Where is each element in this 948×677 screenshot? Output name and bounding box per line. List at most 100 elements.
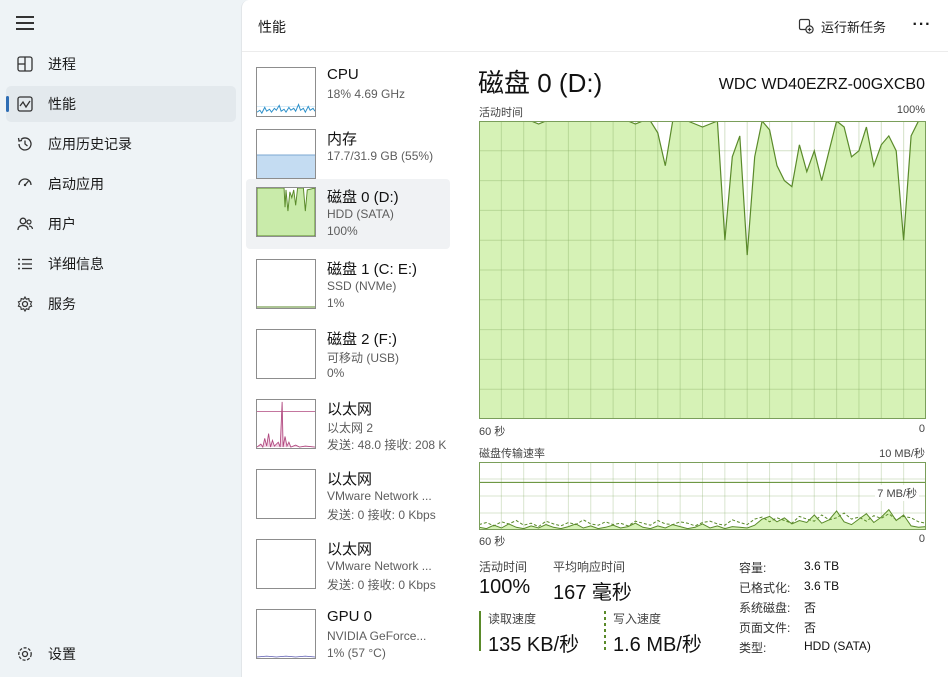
disk-1-thumbnail-graph [256,259,316,309]
processes-icon [17,56,33,72]
nav-item-performance[interactable]: 性能 [6,86,236,122]
nav-item-processes[interactable]: 进程 [6,46,236,82]
transfer-rate-chart-label: 磁盘传输速率 [479,448,545,460]
disk-2-thumbnail-graph [256,329,316,379]
active-time-stat-label: 活动时间 [479,560,528,574]
device-ethernet-2[interactable]: 以太网 VMware Network ... 发送: 0 接收: 0 Kbps [246,461,450,529]
property-key: 类型: [739,641,767,655]
device-usage: 发送: 0 接收: 0 Kbps [327,508,436,522]
main-panel: 性能 运行新任务 ··· CPU 18% 4.69 GHz 内存 17.7/31… [241,0,948,677]
nav-label: 设置 [48,646,76,662]
property-value: 3.6 TB [804,559,840,573]
transfer-axis-left: 60 秒 [479,536,506,548]
nav-label: 应用历史记录 [48,136,132,152]
device-name: 磁盘 2 (F:) [327,331,397,348]
more-options-button[interactable]: ··· [910,14,934,38]
device-ethernet-3[interactable]: 以太网 VMware Network ... 发送: 0 接收: 0 Kbps [246,531,450,599]
startup-apps-icon [18,178,32,187]
ethernet-3-thumbnail-graph [256,539,316,589]
read-speed-value: 135 KB/秒 [488,634,580,656]
active-time-chart [479,121,926,419]
read-speed-indicator [479,611,481,651]
device-detail: SSD (NVMe) [327,279,397,293]
device-detail: NVIDIA GeForce... [327,629,427,643]
device-usage: 0% [327,366,345,380]
device-name: 以太网 [327,541,373,558]
disk-model: WDC WD40EZRZ-00GXCB0 [718,76,925,93]
nav-item-users[interactable]: 用户 [6,206,236,242]
property-key: 容量: [739,561,767,575]
performance-icon [17,96,33,112]
device-disk-2[interactable]: 磁盘 2 (F:) 可移动 (USB) 0% [246,321,450,389]
transfer-rate-chart [479,462,926,530]
write-speed-indicator [604,611,606,651]
active-time-axis-left: 60 秒 [479,426,506,438]
write-speed-value: 1.6 MB/秒 [613,634,702,656]
device-detail: VMware Network ... [327,489,432,503]
nav-label: 用户 [48,216,76,232]
property-key: 已格式化: [739,581,791,595]
memory-thumbnail-graph [256,129,316,179]
nav-label: 服务 [48,296,76,312]
header-divider [242,51,948,52]
device-detail: VMware Network ... [327,559,432,573]
app-history-icon [17,137,32,151]
nav-item-services[interactable]: 服务 [6,286,236,322]
services-icon [17,295,33,313]
property-value: 3.6 TB [804,579,840,593]
ethernet-2-thumbnail-graph [256,469,316,519]
nav-item-settings[interactable]: 设置 [6,636,236,672]
active-time-stat-value: 100% [479,576,531,598]
active-time-chart-label: 活动时间 [479,107,523,119]
device-disk-0[interactable]: 磁盘 0 (D:) HDD (SATA) 100% [246,179,450,249]
nav-label: 进程 [48,56,76,72]
property-key: 系统磁盘: [739,601,791,615]
device-usage: 发送: 0 接收: 0 Kbps [327,578,436,592]
device-name: 内存 [327,131,358,148]
nav-item-startup-apps[interactable]: 启动应用 [6,166,236,202]
run-new-task-button[interactable]: 运行新任务 [798,14,886,38]
property-value: HDD (SATA) [804,639,871,653]
users-icon [17,217,34,231]
device-detail: HDD (SATA) [327,207,394,221]
device-usage: 1% (57 °C) [327,646,386,660]
property-value: 否 [804,621,817,635]
nav-item-app-history[interactable]: 应用历史记录 [6,126,236,162]
ethernet-1-thumbnail-graph [256,399,316,449]
device-name: 磁盘 1 (C: E:) [327,261,418,278]
device-disk-1[interactable]: 磁盘 1 (C: E:) SSD (NVMe) 1% [246,251,450,319]
device-name: 磁盘 0 (D:) [327,189,399,206]
device-memory[interactable]: 内存 17.7/31.9 GB (55%) [246,121,450,183]
device-detail: 可移动 (USB) [327,351,400,365]
device-detail: 18% 4.69 GHz [327,87,406,101]
run-task-label: 运行新任务 [821,19,887,35]
nav-item-details[interactable]: 详细信息 [6,246,236,282]
device-gpu-0[interactable]: GPU 0 NVIDIA GeForce... 1% (57 °C) [246,601,450,669]
read-speed-label: 读取速度 [488,612,537,626]
active-time-chart-max: 100% [896,104,925,116]
property-value: 否 [804,601,817,615]
page-title: 性能 [258,19,286,35]
disk-0-thumbnail-graph [256,187,316,237]
response-time-stat-label: 平均响应时间 [553,560,626,574]
nav-label: 性能 [48,96,76,112]
settings-icon [18,647,32,661]
nav-label: 启动应用 [48,176,104,192]
device-detail: 以太网 2 [327,421,374,435]
device-usage: 发送: 48.0 接收: 208 K [327,438,447,452]
details-icon [18,258,32,270]
response-time-stat-value: 167 毫秒 [553,582,632,604]
cpu-thumbnail-graph [256,67,316,117]
device-cpu[interactable]: CPU 18% 4.69 GHz [246,59,450,121]
device-ethernet-1[interactable]: 以太网 以太网 2 发送: 48.0 接收: 208 K [246,391,450,459]
property-key: 页面文件: [739,621,791,635]
active-time-axis-right: 0 [918,423,925,435]
detail-title: 磁盘 0 (D:) [478,68,603,98]
device-name: 以太网 [327,401,373,418]
transfer-rate-chart-max: 10 MB/秒 [879,448,925,460]
hamburger-menu-icon[interactable] [16,16,34,30]
navigation-pane: 进程 性能 应用历史记录 启动应用 用户 详细信息 服务 设置 [0,0,241,677]
nav-label: 详细信息 [48,256,104,272]
device-name: GPU 0 [327,608,373,625]
device-detail: 17.7/31.9 GB (55%) [327,149,434,163]
